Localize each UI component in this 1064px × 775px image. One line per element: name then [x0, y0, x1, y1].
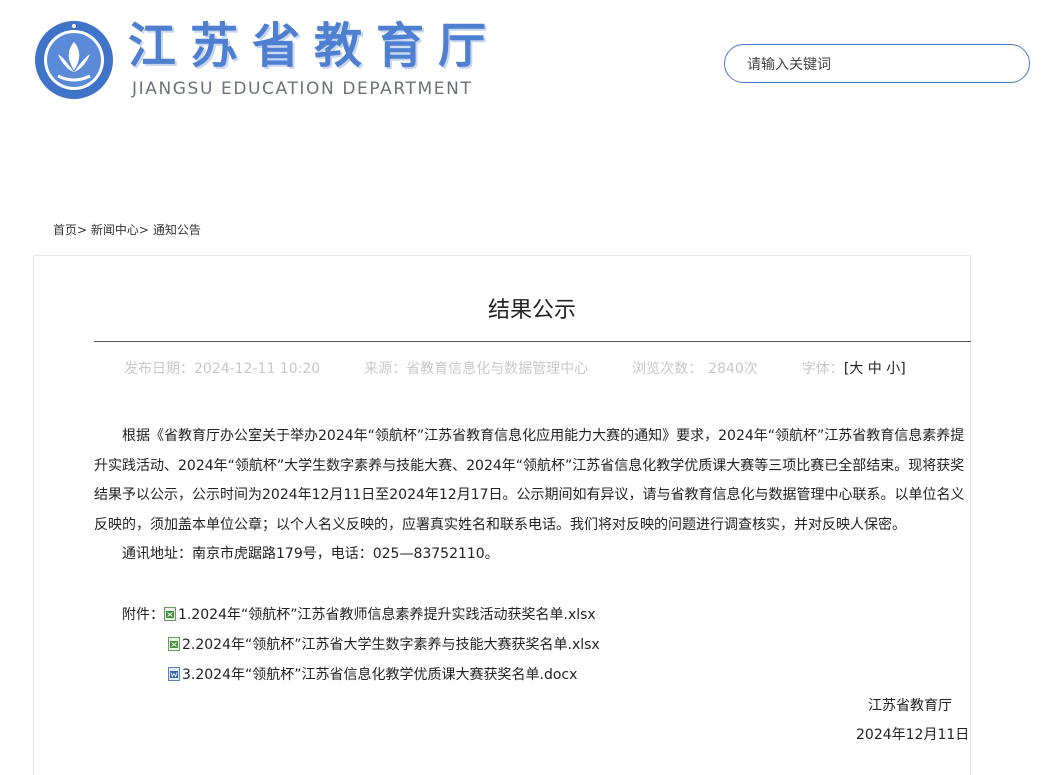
font-size-large[interactable]: 大 [849, 359, 863, 379]
breadcrumb-news-center[interactable]: 新闻中心 [91, 223, 139, 237]
title-divider [94, 341, 971, 342]
site-logo-subtitle: JIANGSU EDUCATION DEPARTMENT [132, 79, 473, 99]
site-logo-title[interactable]: 江苏省教育厅 [128, 16, 500, 76]
source-label: 来源： [364, 361, 407, 377]
breadcrumb-notices[interactable]: 通知公告 [153, 223, 201, 237]
attachment-link-3[interactable]: 3.2024年“领航杯”江苏省信息化教学优质课大赛获奖名单.docx [182, 667, 577, 683]
search-input[interactable] [745, 54, 1009, 76]
views-count: 2840次 [708, 361, 758, 377]
article-body: 根据《省教育厅办公室关于举办2024年“领航杯”江苏省教育信息化应用能力大赛的通… [94, 422, 972, 570]
article-paragraph: 根据《省教育厅办公室关于举办2024年“领航杯”江苏省教育信息化应用能力大赛的通… [94, 428, 965, 533]
attachment-row: 附件： 1.2024年“领航杯”江苏省教师信息素养提升实践活动获奖名单.xlsx [122, 605, 596, 625]
attachment-row: 3.2024年“领航杯”江苏省信息化教学优质课大赛获奖名单.docx [168, 665, 577, 685]
attachment-link-1[interactable]: 1.2024年“领航杯”江苏省教师信息素养提升实践活动获奖名单.xlsx [178, 607, 596, 623]
search-box [724, 44, 1030, 83]
views-label: 浏览次数： [632, 361, 703, 377]
article-title: 结果公示 [487, 298, 576, 323]
publish-date: 2024-12-11 10:20 [194, 361, 321, 377]
article-meta: 发布日期：2024-12-11 10:20 来源：省教育信息化与数据管理中心 浏览次… [124, 359, 906, 379]
contact-address: 通讯地址：南京市虎踞路179号，电话：025—83752110。 [122, 546, 499, 562]
education-emblem-icon[interactable] [34, 20, 114, 100]
font-size-label: 字体： [801, 361, 844, 377]
signature-org: 江苏省教育厅 [868, 698, 952, 714]
excel-icon [168, 637, 180, 651]
font-size-control: 字体：[大 中 小] [802, 359, 906, 379]
font-size-medium[interactable]: 中 [868, 359, 882, 379]
breadcrumb-separator: > [138, 223, 149, 237]
attachment-row: 2.2024年“领航杯”江苏省大学生数字素养与技能大赛获奖名单.xlsx [168, 635, 600, 655]
word-icon [168, 667, 180, 681]
font-size-bracket-close: ] [900, 361, 906, 377]
breadcrumb-home[interactable]: 首页 [53, 223, 77, 237]
breadcrumb-separator: > [77, 223, 88, 237]
attachment-link-2[interactable]: 2.2024年“领航杯”江苏省大学生数字素养与技能大赛获奖名单.xlsx [182, 637, 600, 653]
font-size-small[interactable]: 小 [886, 359, 900, 379]
breadcrumb: 首页> 新闻中心> 通知公告 [53, 222, 201, 238]
signature-date: 2024年12月11日 [856, 727, 970, 743]
attachments-label: 附件： [122, 607, 164, 623]
source-value: 省教育信息化与数据管理中心 [406, 361, 589, 377]
publish-date-label: 发布日期： [124, 361, 194, 377]
site-header: 江苏省教育厅 JIANGSU EDUCATION DEPARTMENT [0, 0, 1064, 200]
excel-icon [164, 607, 176, 621]
